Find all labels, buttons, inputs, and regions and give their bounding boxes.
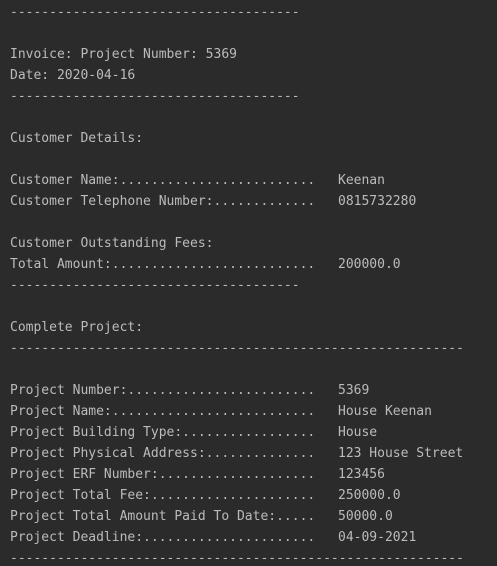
project-row: Project Deadline:...................... … [10, 527, 497, 548]
project-row-label: Project Physical Address:.............. [10, 446, 316, 461]
customer-phone-value: 0815732280 [338, 194, 417, 209]
total-amount-row: Total Amount:.......................... … [10, 254, 497, 275]
console-output[interactable]: ------------------------------------- In… [0, 0, 497, 566]
project-row-value: 5369 [338, 383, 370, 398]
project-row-label: Project Total Fee:..................... [10, 488, 316, 503]
customer-phone-label: Customer Telephone Number:............. [10, 194, 316, 209]
customer-name-row: Customer Name:......................... … [10, 170, 497, 191]
project-row-value: 123456 [338, 467, 385, 482]
project-row: Project Number:........................ … [10, 380, 497, 401]
project-row-value: 04-09-2021 [338, 530, 417, 545]
total-amount-label: Total Amount:.......................... [10, 257, 316, 272]
project-row-label: Project Building Type:................. [10, 425, 316, 440]
separator-line: ------------------------------------- [10, 5, 300, 20]
total-amount-value: 200000.0 [338, 257, 401, 272]
project-row: Project Physical Address:.............. … [10, 443, 497, 464]
project-row-value: 250000.0 [338, 488, 401, 503]
project-heading: Complete Project: [10, 320, 144, 335]
project-row: Project Total Amount Paid To Date:..... … [10, 506, 497, 527]
invoice-date: Date: 2020-04-16 [10, 68, 136, 83]
project-row-value: House [338, 425, 378, 440]
separator-line-long: ----------------------------------------… [10, 341, 464, 356]
project-row-value: 123 House Street [338, 446, 464, 461]
customer-name-label: Customer Name:......................... [10, 173, 316, 188]
project-row-label: Project Total Amount Paid To Date:..... [10, 509, 316, 524]
project-row: Project Name:.......................... … [10, 401, 497, 422]
project-row: Project Building Type:................. … [10, 422, 497, 443]
project-row-value: 50000.0 [338, 509, 393, 524]
invoice-title: Invoice: Project Number: 5369 [10, 47, 237, 62]
separator-line: ------------------------------------- [10, 278, 300, 293]
project-row: Project Total Fee:..................... … [10, 485, 497, 506]
project-row-label: Project Name:.......................... [10, 404, 316, 419]
fees-heading: Customer Outstanding Fees: [10, 236, 214, 251]
project-row-label: Project ERF Number:.................... [10, 467, 316, 482]
project-row-value: House Keenan [338, 404, 432, 419]
separator-line: ------------------------------------- [10, 89, 300, 104]
customer-phone-row: Customer Telephone Number:............. … [10, 191, 497, 212]
project-row: Project ERF Number:.................... … [10, 464, 497, 485]
project-row-label: Project Number:........................ [10, 383, 316, 398]
customer-heading: Customer Details: [10, 131, 144, 146]
project-row-label: Project Deadline:...................... [10, 530, 316, 545]
customer-name-value: Keenan [338, 173, 385, 188]
separator-line-long: ----------------------------------------… [10, 551, 464, 566]
